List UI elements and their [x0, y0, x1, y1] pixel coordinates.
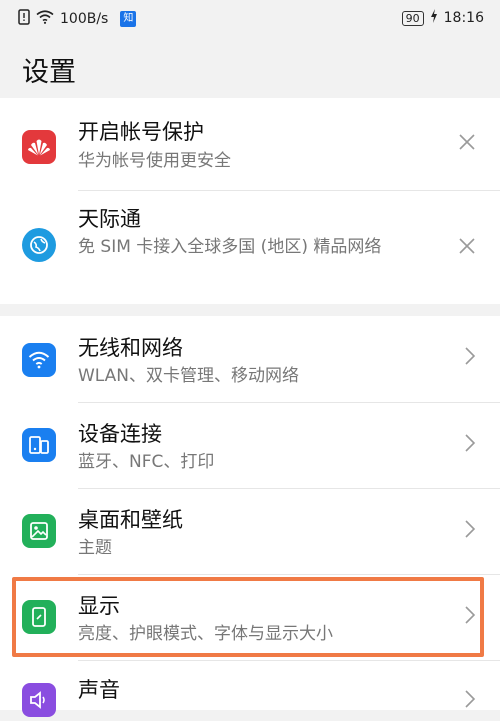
- chevron-right-icon: [464, 519, 476, 545]
- chevron-right-icon: [464, 433, 476, 459]
- item-subtitle: 免 SIM 卡接入全球多国 (地区) 精品网络: [78, 237, 382, 257]
- item-subtitle: WLAN、双卡管理、移动网络: [78, 366, 300, 386]
- item-title: 设备连接: [78, 422, 162, 446]
- close-icon[interactable]: [458, 236, 476, 261]
- skytone-item[interactable]: 天际通 免 SIM 卡接入全球多国 (地区) 精品网络: [0, 191, 500, 304]
- sound-item[interactable]: 声音: [0, 661, 500, 721]
- wifi-icon: [22, 343, 56, 377]
- wallpaper-icon: [22, 514, 56, 548]
- desktop-wallpaper-item[interactable]: 桌面和壁纸 主题: [0, 489, 500, 574]
- account-protection-item[interactable]: 开启帐号保护 华为帐号使用更安全: [0, 98, 500, 190]
- item-title: 无线和网络: [78, 336, 183, 360]
- item-title: 开启帐号保护: [78, 120, 204, 144]
- status-bar: 100B/s 知 90 18:16: [0, 0, 500, 36]
- page-title: 设置: [22, 57, 76, 88]
- huawei-logo-icon: [22, 130, 56, 164]
- device-connection-icon: [22, 428, 56, 462]
- network-speed: 100B/s: [60, 11, 109, 27]
- zhihu-app-icon: 知: [120, 11, 137, 27]
- item-title: 天际通: [78, 207, 141, 231]
- item-subtitle: 主题: [78, 538, 112, 558]
- battery-icon: 90: [401, 10, 424, 26]
- item-title: 桌面和壁纸: [78, 508, 183, 532]
- close-icon[interactable]: [458, 132, 476, 157]
- item-subtitle: 华为帐号使用更安全: [78, 151, 231, 171]
- chevron-right-icon: [464, 346, 476, 372]
- suggestions-card: 开启帐号保护 华为帐号使用更安全 天际通 免 SIM 卡接入全球多国 (地区) …: [0, 98, 500, 304]
- notification-icon: [18, 9, 30, 29]
- wireless-network-item[interactable]: 无线和网络 WLAN、双卡管理、移动网络: [0, 316, 500, 402]
- item-title: 声音: [78, 678, 120, 702]
- chevron-right-icon: [464, 689, 476, 715]
- device-connection-item[interactable]: 设备连接 蓝牙、NFC、打印: [0, 403, 500, 488]
- highlight-box: [12, 577, 484, 657]
- charging-icon: [430, 9, 438, 27]
- globe-icon: [22, 228, 56, 262]
- clock: 18:16: [443, 10, 484, 26]
- speaker-icon: [22, 683, 56, 717]
- wifi-status-icon: [36, 10, 54, 28]
- item-subtitle: 蓝牙、NFC、打印: [78, 452, 215, 472]
